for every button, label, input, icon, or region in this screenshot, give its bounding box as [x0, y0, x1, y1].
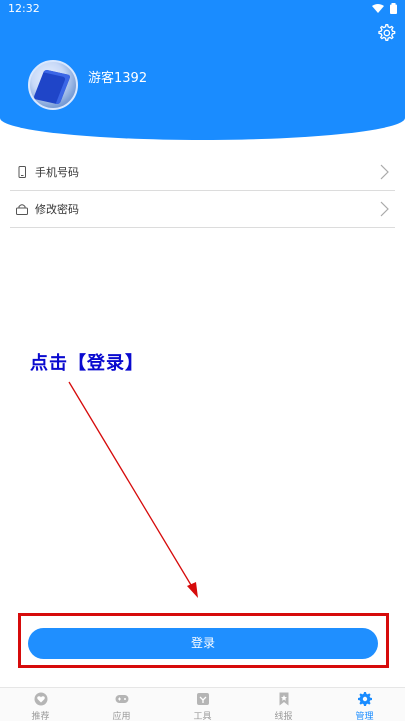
bookmark-icon	[279, 692, 288, 706]
username[interactable]: 游客1392	[88, 67, 147, 86]
nav-item-tools[interactable]: 工具	[162, 688, 243, 722]
gear-icon	[357, 692, 372, 706]
battery-icon	[390, 3, 397, 14]
wifi-icon	[372, 3, 384, 13]
nav-label: 线报	[274, 712, 293, 722]
menu-item-change-password[interactable]: 修改密码	[10, 190, 395, 228]
nav-item-manage[interactable]: 管理	[324, 688, 405, 722]
menu-item-label: 手机号码	[35, 166, 79, 179]
status-time: 12:32	[8, 2, 40, 15]
gamepad-icon	[115, 695, 128, 703]
settings-icon[interactable]	[376, 23, 396, 43]
tools-icon	[196, 693, 209, 705]
chevron-right-icon	[380, 164, 389, 180]
avatar[interactable]	[28, 60, 78, 110]
menu-item-label: 修改密码	[35, 203, 79, 216]
heart-icon	[34, 692, 47, 706]
menu-item-phone[interactable]: 手机号码	[10, 153, 395, 191]
annotation-text: 点击【登录】	[30, 353, 144, 374]
avatar-image	[33, 69, 71, 105]
login-button[interactable]: 登录	[28, 628, 378, 659]
bottom-nav: 推荐 应用 工具 线报 管理	[0, 687, 405, 722]
chevron-right-icon	[380, 201, 389, 217]
nav-item-deals[interactable]: 线报	[243, 688, 324, 722]
phone-icon	[18, 166, 26, 178]
nav-label: 推荐	[31, 712, 50, 722]
status-bar: 12:32	[0, 0, 405, 18]
system-icons	[372, 3, 397, 14]
nav-label: 应用	[112, 712, 131, 722]
nav-item-recommend[interactable]: 推荐	[0, 688, 81, 722]
nav-item-apps[interactable]: 应用	[81, 688, 162, 722]
lock-icon	[16, 204, 28, 215]
nav-label: 工具	[193, 712, 212, 722]
nav-label: 管理	[355, 712, 374, 722]
